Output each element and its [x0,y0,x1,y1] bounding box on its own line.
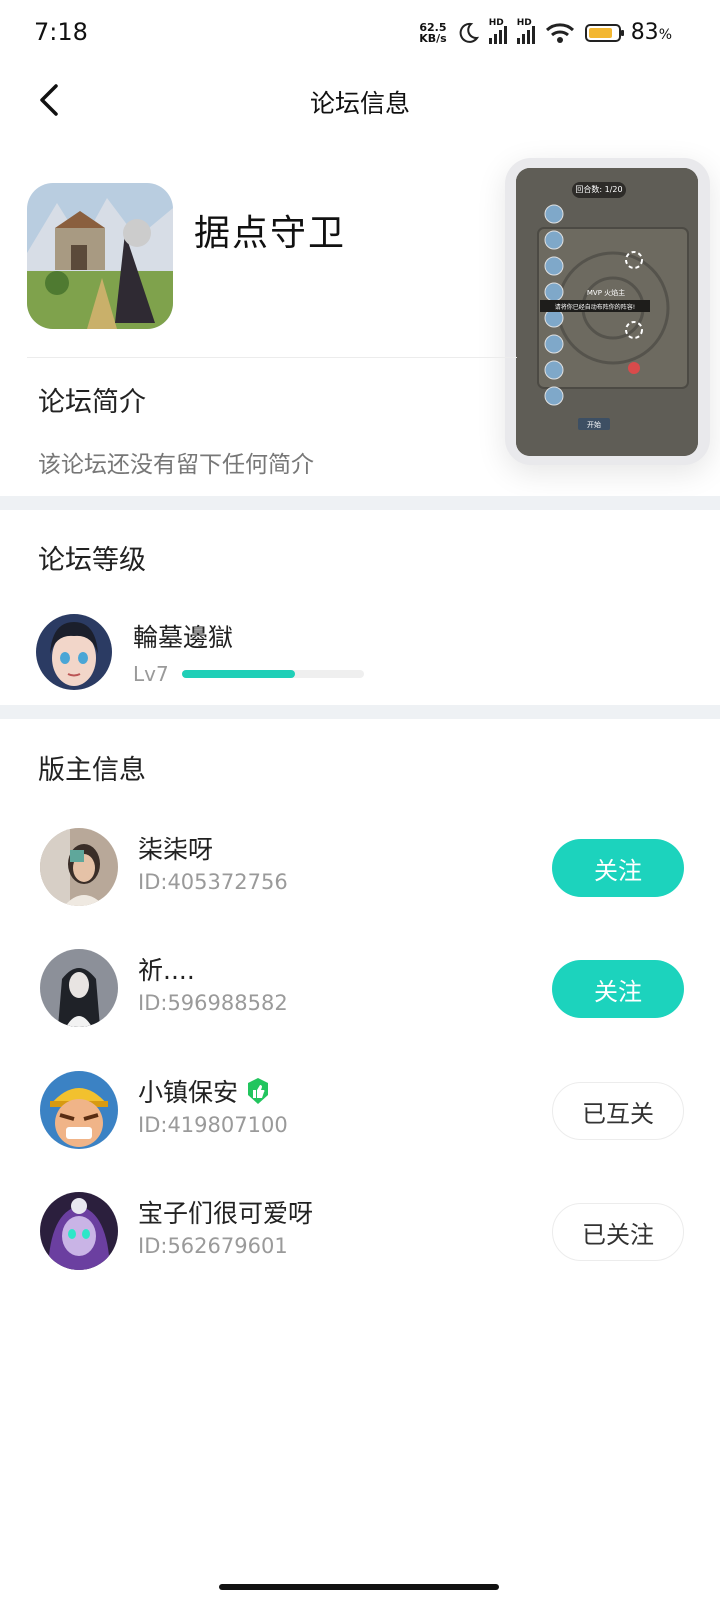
avatar[interactable] [40,1071,118,1149]
list-item[interactable]: 柒柒呀 ID:405372756 关注 [0,818,720,918]
moderator-name: 小镇保安 [138,1078,239,1107]
section-divider-2 [0,705,720,719]
mutual-follow-button[interactable]: 已互关 [552,1082,684,1140]
avatar[interactable] [40,1192,118,1270]
moderator-name: 祈.... [138,956,195,985]
status-time: 7:18 [34,18,88,46]
level-progress-bar [182,670,364,678]
list-item[interactable]: 宝子们很可爱呀 ID:562679601 已关注 [0,1182,720,1282]
screenshot-mvp-label: MVP 火焰主 [586,289,626,297]
divider [27,357,517,358]
level-user-name: 輪墓邊獄 [133,623,234,652]
avatar[interactable] [40,828,118,906]
moderator-name-wrapper: 小镇保安 [138,1073,272,1109]
page-title: 论坛信息 [309,89,410,118]
game-screenshot[interactable]: 回合数: 1/20 MVP 火焰主 请将你已经自动布阵你的阵容! 开始 [516,168,698,456]
battery-percent: 83% [630,20,672,45]
level-progress-fill [182,670,295,678]
screenshot-tip: 请将你已经自动布阵你的阵容! [554,304,636,311]
section-divider [0,496,720,510]
list-item[interactable]: 祈.... ID:596988582 关注 [0,939,720,1039]
follow-button[interactable]: 关注 [552,960,684,1018]
level-section-title: 论坛等级 [38,545,146,576]
home-indicator[interactable] [219,1584,499,1590]
battery-icon [584,23,624,42]
follow-button[interactable]: 关注 [552,839,684,897]
signal-hd-label-2: HD [516,17,532,28]
moderator-name: 柒柒呀 [138,835,214,864]
moderator-id: ID:419807100 [138,1113,288,1137]
moderator-id: ID:562679601 [138,1234,288,1258]
forum-name: 据点守卫 [194,213,347,254]
moderator-name: 宝子们很可爱呀 [138,1199,314,1228]
moon-icon [459,22,479,43]
list-item[interactable]: 小镇保安 ID:419807100 已互关 [0,1061,720,1161]
forum-game-icon [27,183,173,329]
moderator-id: ID:596988582 [138,991,288,1015]
net-speed-value: 62.5 [419,20,447,34]
signal-hd-label: HD [488,17,504,28]
thumbs-up-badge-icon [248,1078,269,1104]
screenshot-button: 开始 [587,421,601,429]
net-speed: 62.5 KB/s [419,22,446,44]
moderator-id: ID:405372756 [138,870,288,894]
signal-icon-2: HD [516,18,535,44]
wifi-icon [545,22,574,43]
signal-icon: HD [488,18,507,44]
status-icons: 62.5 KB/s HD HD 83% [419,18,672,46]
moderators-section-title: 版主信息 [38,755,146,786]
avatar[interactable] [40,949,118,1027]
intro-title: 论坛简介 [38,387,146,418]
screenshot-round-label: 回合数: 1/20 [575,185,623,194]
avatar[interactable] [36,614,112,690]
following-button[interactable]: 已关注 [552,1203,684,1261]
level-label: Lv7 [133,662,169,686]
intro-text: 该论坛还没有留下任何简介 [38,452,314,478]
net-speed-unit: KB/s [419,31,447,45]
